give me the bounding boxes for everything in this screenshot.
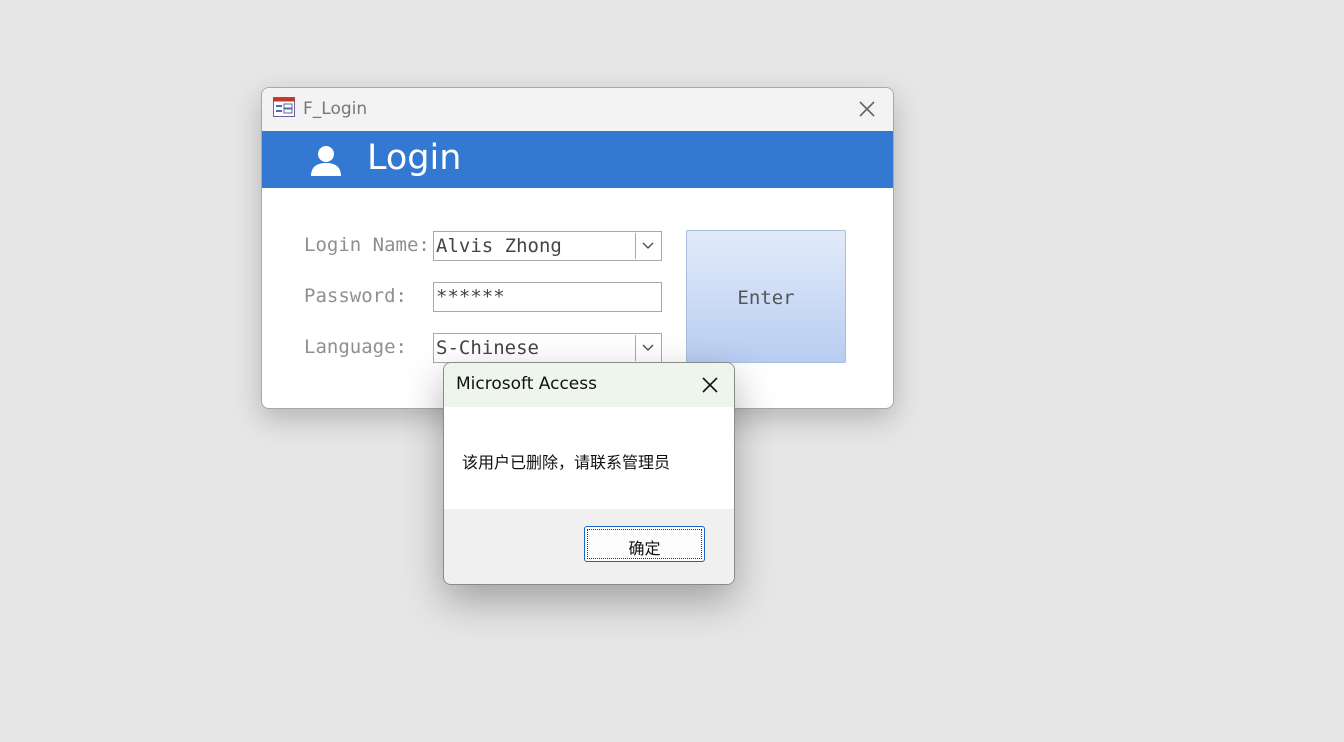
user-icon [311, 146, 341, 176]
form-icon [273, 97, 295, 117]
password-value: ****** [436, 286, 505, 308]
language-dropdown-button[interactable] [635, 335, 660, 361]
dialog-message: 该用户已删除，请联系管理员 [462, 453, 671, 472]
enter-button[interactable]: Enter [686, 230, 846, 363]
password-input[interactable]: ****** [433, 282, 662, 312]
login-banner: Login [262, 131, 893, 188]
login-name-dropdown-button[interactable] [635, 233, 660, 259]
dialog-title-bar: Microsoft Access [444, 363, 734, 407]
close-icon[interactable] [857, 99, 877, 119]
window-title: F_Login [303, 99, 368, 119]
language-value: S-Chinese [436, 337, 539, 359]
login-window: F_Login Login Login Name: Alvis Zhong Pa… [261, 87, 894, 409]
ok-button[interactable]: 确定 [584, 526, 705, 562]
password-label: Password: [304, 285, 407, 307]
dialog-title: Microsoft Access [456, 374, 597, 394]
enter-button-label: Enter [737, 287, 795, 309]
close-icon[interactable] [701, 376, 719, 394]
language-label: Language: [304, 336, 407, 358]
dialog-footer: 确定 [444, 509, 734, 584]
login-name-value: Alvis Zhong [436, 235, 562, 257]
login-name-combobox[interactable]: Alvis Zhong [433, 231, 662, 261]
chevron-down-icon [642, 344, 654, 351]
ok-button-label: 确定 [628, 539, 661, 558]
chevron-down-icon [642, 242, 654, 249]
language-combobox[interactable]: S-Chinese [433, 333, 662, 363]
login-header: Login [367, 138, 462, 178]
title-bar: F_Login [262, 88, 893, 131]
login-name-label: Login Name: [304, 234, 430, 256]
message-dialog: Microsoft Access 该用户已删除，请联系管理员 确定 [443, 362, 735, 585]
